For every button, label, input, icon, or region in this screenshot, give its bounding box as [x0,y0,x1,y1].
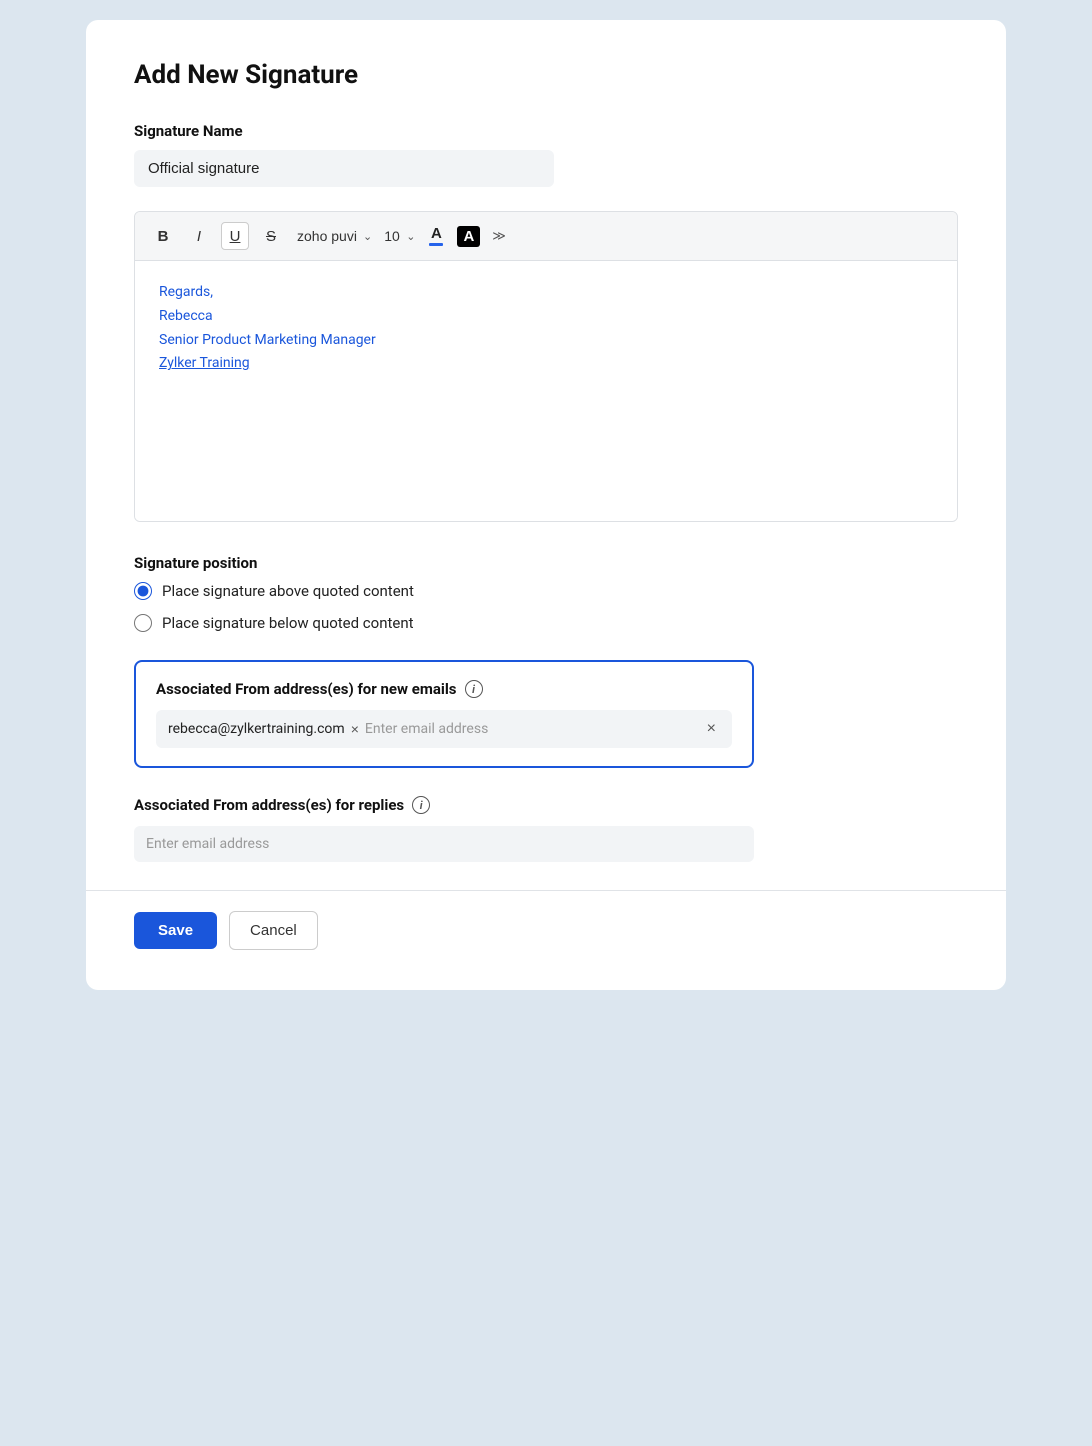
italic-button[interactable]: I [185,222,213,250]
email-tag: rebecca@zylkertraining.com × [168,721,359,737]
font-size-chevron-icon: ⌄ [406,230,415,243]
associated-new-input-area[interactable]: rebecca@zylkertraining.com × Enter email… [156,710,732,748]
associated-new-label: Associated From address(es) for new emai… [156,680,732,698]
radio-below-option[interactable]: Place signature below quoted content [134,614,958,632]
radio-below-input[interactable] [134,614,152,632]
signature-name-label: Signature Name [134,122,958,140]
footer-bar: Save Cancel [86,890,1006,950]
radio-below-label: Place signature below quoted content [162,614,414,632]
signature-position-label: Signature position [134,554,958,572]
associated-new-label-text: Associated From address(es) for new emai… [156,680,457,698]
email-clear-all-button[interactable]: × [703,720,720,738]
associated-replies-info-icon: i [412,796,430,814]
editor-line4: Zylker Training [159,352,933,376]
associated-replies-input-area[interactable]: Enter email address [134,826,754,862]
font-family-wrapper: zoho puvi ⌄ [293,226,372,246]
email-tag-text: rebecca@zylkertraining.com [168,721,345,737]
font-family-chevron-icon: ⌄ [363,230,372,243]
editor-line1: Regards, [159,281,933,305]
associated-replies-section: Associated From address(es) for replies … [134,796,754,862]
font-color-underline-icon [429,243,443,246]
editor-body[interactable]: Regards, Rebecca Senior Product Marketin… [135,261,957,521]
signature-name-input[interactable] [134,150,554,187]
email-tag-remove-button[interactable]: × [351,722,359,736]
editor-toolbar: B I U S zoho puvi ⌄ 10 ⌄ A [135,212,957,261]
strikethrough-button[interactable]: S [257,222,285,250]
associated-new-info-icon: i [465,680,483,698]
font-size-select[interactable]: 10 [380,226,404,246]
cancel-button[interactable]: Cancel [229,911,318,950]
associated-new-section: Associated From address(es) for new emai… [134,660,754,768]
underline-button[interactable]: U [221,222,249,250]
signature-editor: B I U S zoho puvi ⌄ 10 ⌄ A [134,211,958,522]
font-size-wrapper: 10 ⌄ [380,226,415,246]
add-signature-card: Add New Signature Signature Name B I U S… [86,20,1006,990]
highlight-button[interactable]: A [457,226,480,247]
font-family-select[interactable]: zoho puvi [293,226,361,246]
associated-replies-label-text: Associated From address(es) for replies [134,796,404,814]
associated-replies-label: Associated From address(es) for replies … [134,796,754,814]
more-options-button[interactable]: ≫ [488,224,510,248]
bold-button[interactable]: B [149,222,177,250]
radio-above-option[interactable]: Place signature above quoted content [134,582,958,600]
font-color-button[interactable]: A [423,222,449,250]
font-color-letter: A [431,226,442,241]
editor-line4-link[interactable]: Zylker Training [159,355,250,371]
radio-above-label: Place signature above quoted content [162,582,414,600]
editor-line2: Rebecca [159,305,933,329]
associated-new-placeholder: Enter email address [365,721,697,737]
signature-position-section: Signature position Place signature above… [134,554,958,632]
radio-above-input[interactable] [134,582,152,600]
editor-line3: Senior Product Marketing Manager [159,329,933,353]
associated-replies-placeholder: Enter email address [146,836,742,852]
save-button[interactable]: Save [134,912,217,949]
page-title: Add New Signature [134,60,958,90]
